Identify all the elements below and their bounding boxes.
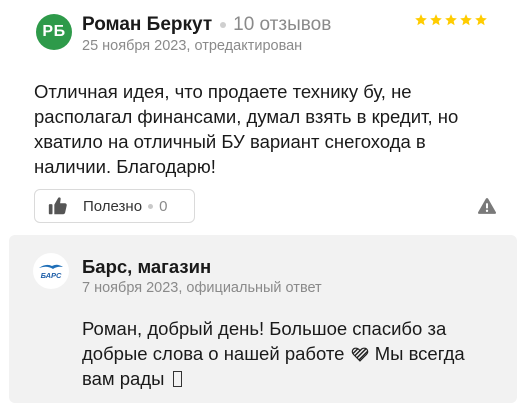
reply-text: Роман, добрый день! Большое спасибо за д… [82, 316, 502, 391]
shop-logo[interactable]: БАРС [33, 253, 69, 289]
warning-icon[interactable] [477, 196, 497, 216]
star-icon [415, 14, 427, 26]
star-icon [475, 14, 487, 26]
review-text: Отличная идея, что продаете технику бу, … [34, 81, 459, 177]
star-icon [445, 14, 457, 26]
bars-logo-icon: БАРС [39, 264, 63, 280]
rating-stars [414, 13, 488, 27]
thumbs-up-icon [48, 197, 67, 215]
missing-glyph-icon [172, 371, 182, 387]
useful-label: Полезно [83, 197, 143, 215]
author-line: Роман Беркут 10 отзывов [82, 13, 331, 37]
avatar-initials: РБ [42, 23, 66, 40]
author-reviews-count: 10 отзывов [233, 14, 332, 35]
review-date: 25 ноября 2023, отредактирован [82, 38, 303, 54]
star-icon [430, 14, 442, 26]
owner-reply: БАРС Барс, магазин 7 ноября 2023, официа… [9, 235, 517, 403]
reply-date: 7 ноября 2023, официальный ответ [82, 280, 322, 296]
separator-dot [148, 203, 154, 209]
author-avatar[interactable]: РБ [36, 14, 72, 50]
useful-count: 0 [159, 197, 168, 215]
heart-icon [351, 347, 368, 362]
useful-button[interactable]: Полезно 0 [34, 189, 195, 223]
star-icon [460, 14, 472, 26]
separator-dot [220, 22, 227, 28]
author-name[interactable]: Роман Беркут [82, 14, 212, 36]
shop-name[interactable]: Барс, магазин [82, 256, 211, 278]
review-card: РБ Роман Беркут 10 отзывов 25 ноября 202… [0, 0, 517, 235]
logo-text: БАРС [41, 271, 62, 280]
